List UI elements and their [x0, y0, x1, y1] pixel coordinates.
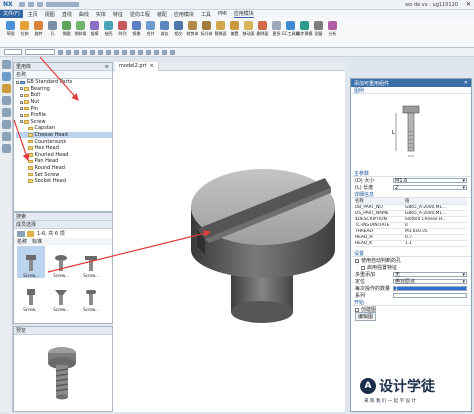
- arrow-from-rail: [13, 119, 30, 162]
- annotation-arrows: [13, 56, 212, 273]
- logo-mark-icon: A: [360, 378, 376, 394]
- arrow-to-model: [47, 229, 212, 273]
- watermark-logo: A 设计学徒 来 和 我 们 一 起 学 设 计: [360, 376, 472, 412]
- watermark-title: 设计学徒: [379, 379, 435, 395]
- watermark-subtitle: 来 和 我 们 一 起 学 设 计: [364, 399, 416, 404]
- arrow-to-root: [39, 56, 79, 101]
